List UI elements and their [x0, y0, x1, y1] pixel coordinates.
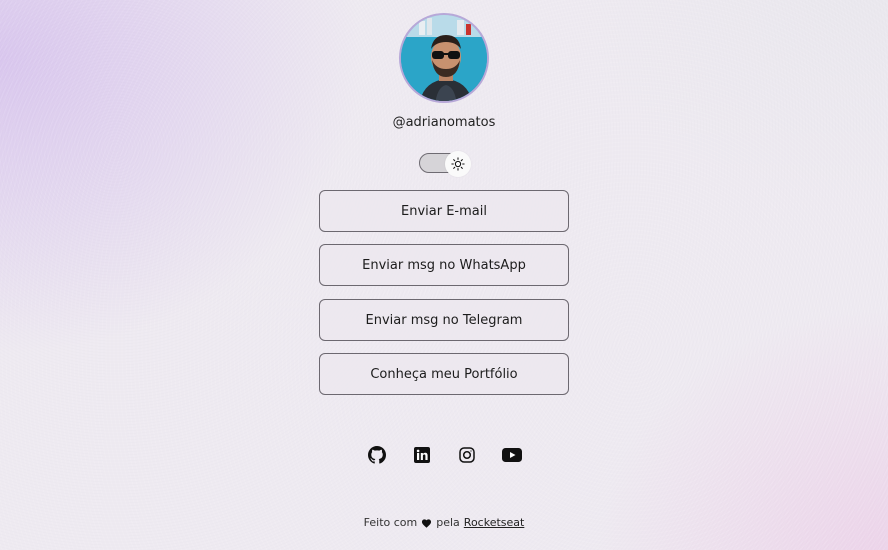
theme-toggle[interactable]: [419, 151, 471, 177]
username: @adrianomatos: [392, 115, 496, 130]
avatar: [399, 13, 489, 103]
telegram-button[interactable]: Enviar msg no Telegram: [319, 299, 569, 341]
youtube-icon[interactable]: [501, 445, 522, 465]
footer-prefix: Feito com: [363, 516, 418, 529]
rocketseat-link[interactable]: Rocketseat: [464, 516, 525, 529]
github-icon[interactable]: [367, 445, 387, 465]
footer: Feito com pela Rocketseat: [364, 516, 525, 529]
footer-middle: pela: [436, 516, 460, 529]
link-list: Enviar E-mail Enviar msg no WhatsApp Env…: [319, 190, 569, 407]
portfolio-button[interactable]: Conheça meu Portfólio: [319, 353, 569, 395]
sun-icon: [451, 157, 465, 171]
page-container: @adrianomatos Enviar E-mail Enviar msg n…: [0, 0, 888, 550]
whatsapp-button[interactable]: Enviar msg no WhatsApp: [319, 244, 569, 286]
linkedin-icon[interactable]: [412, 445, 432, 465]
social-links: [367, 445, 522, 465]
heart-icon: [422, 518, 432, 528]
email-button[interactable]: Enviar E-mail: [319, 190, 569, 232]
instagram-icon[interactable]: [457, 445, 477, 465]
toggle-knob[interactable]: [445, 151, 471, 177]
